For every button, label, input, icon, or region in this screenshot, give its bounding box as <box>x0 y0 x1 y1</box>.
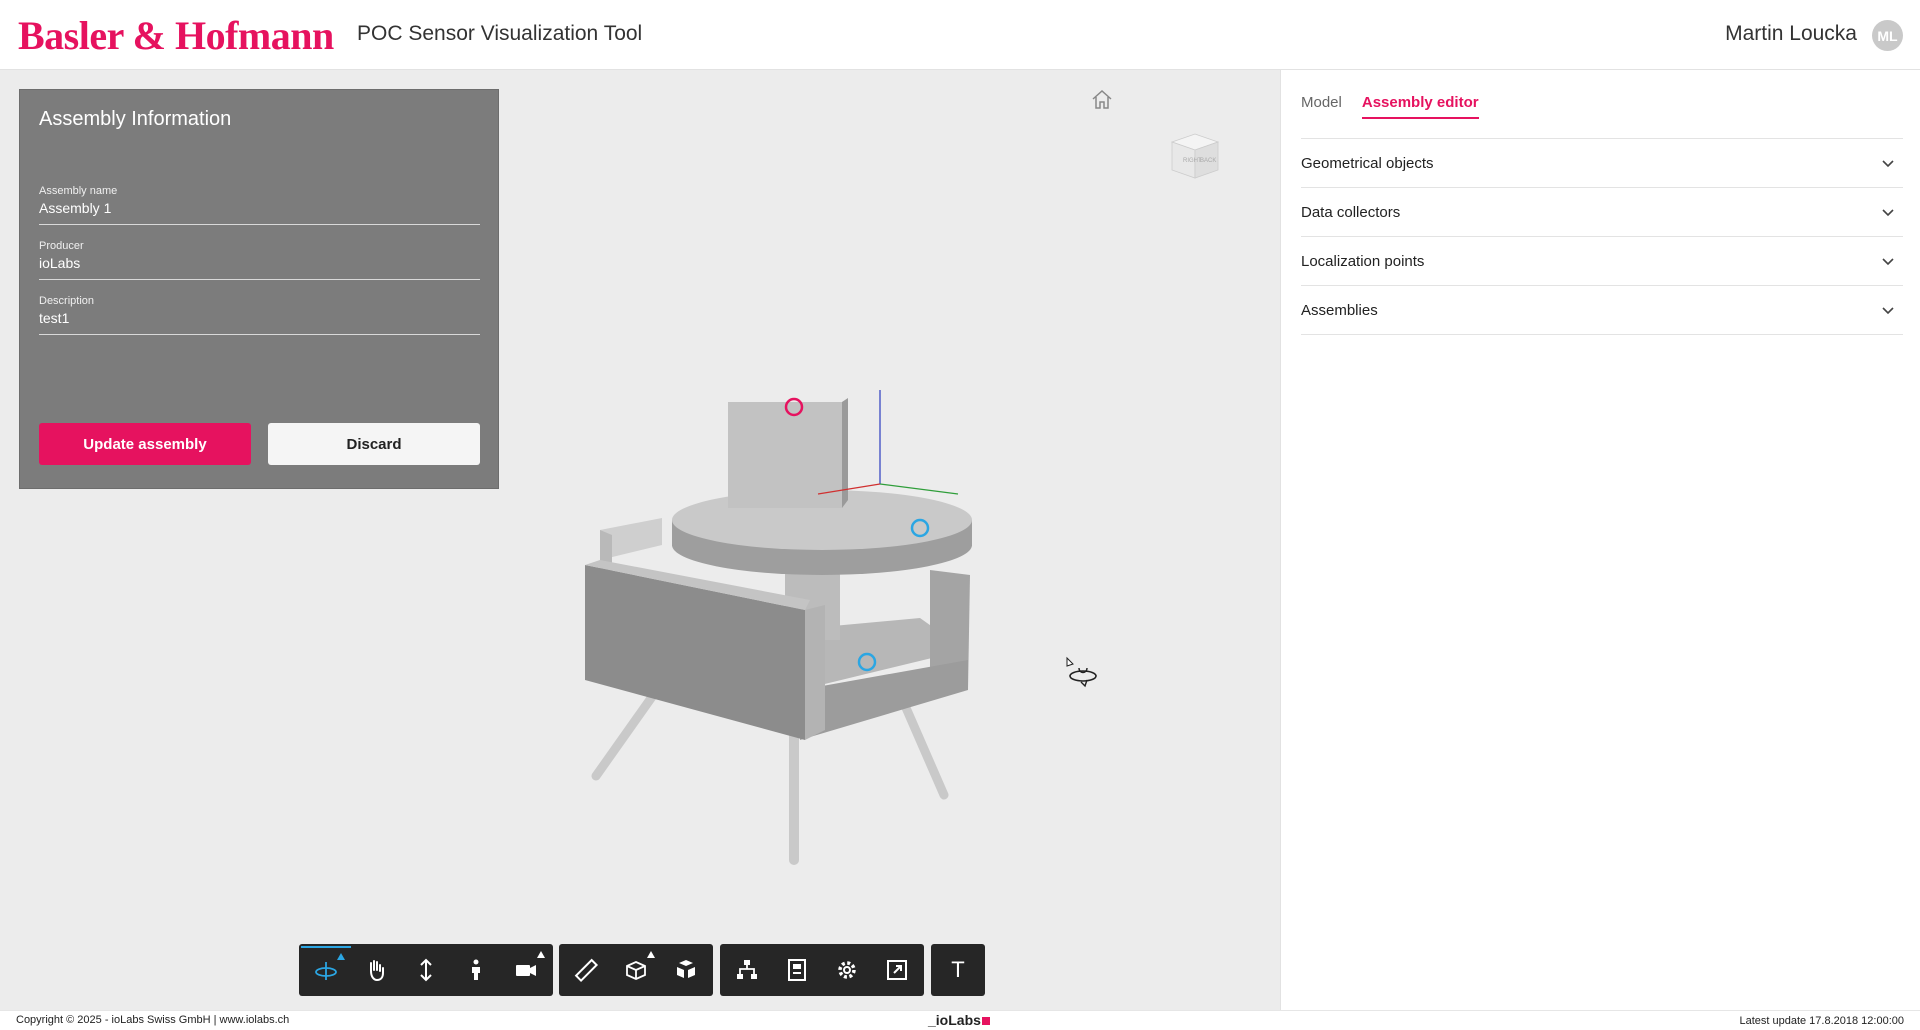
first-person-button[interactable] <box>451 946 501 994</box>
accordion-data-collectors[interactable]: Data collectors <box>1301 188 1903 237</box>
model-browser-icon <box>737 960 757 979</box>
3d-model[interactable] <box>560 370 1000 870</box>
assembly-info-title: Assembly Information <box>39 108 232 130</box>
accordion-localization-points[interactable]: Localization points <box>1301 237 1903 286</box>
orbit-icon <box>315 962 337 980</box>
explode-icon <box>677 960 695 978</box>
tab-assembly-editor[interactable]: Assembly editor <box>1361 94 1479 119</box>
chevron-down-icon[interactable] <box>1881 207 1895 217</box>
copyright-text: Copyright © 2025 - ioLabs Swiss GmbH | w… <box>16 1014 290 1026</box>
field-value[interactable]: test1 <box>39 310 69 326</box>
properties-button[interactable] <box>772 946 822 994</box>
orbit-cursor-icon <box>1066 656 1097 688</box>
right-panel: Model Assembly editor Geometrical object… <box>1280 70 1920 1010</box>
zoom-icon <box>420 958 432 982</box>
last-update-text: Latest update 17.8.2018 12:00:00 <box>1739 1015 1904 1027</box>
accordion-list: Geometrical objects Data collectors Loca… <box>1301 138 1903 335</box>
camera-icon <box>516 965 536 976</box>
field-label: Description <box>39 295 95 307</box>
swiss-flag-icon <box>981 1017 990 1025</box>
accordion-label: Data collectors <box>1301 203 1401 221</box>
section-icon <box>626 961 646 980</box>
discard-button[interactable]: Discard <box>268 423 480 465</box>
accordion-assemblies[interactable]: Assemblies <box>1301 286 1903 335</box>
tools-toolbar <box>559 944 713 996</box>
text-tool-button[interactable]: T <box>933 946 983 994</box>
text-icon: T <box>951 957 965 982</box>
view-cube[interactable]: RIGHT BACK <box>1170 132 1220 182</box>
app-header: Basler & Hofmann POC Sensor Visualizatio… <box>0 0 1920 70</box>
assembly-name-field[interactable]: Assembly name Assembly 1 <box>39 185 480 225</box>
home-icon[interactable] <box>1090 88 1114 110</box>
pan-icon <box>370 960 384 982</box>
chevron-down-icon[interactable] <box>1881 256 1895 266</box>
navigation-toolbar <box>299 944 553 996</box>
accordion-label: Localization points <box>1301 252 1425 270</box>
update-assembly-button[interactable]: Update assembly <box>39 423 251 465</box>
section-button[interactable] <box>611 946 661 994</box>
settings-icon <box>838 961 856 979</box>
measure-button[interactable] <box>561 946 611 994</box>
accordion-label: Geometrical objects <box>1301 154 1434 172</box>
accordion-geometrical-objects[interactable]: Geometrical objects <box>1301 139 1903 188</box>
field-label: Assembly name <box>39 185 118 197</box>
footer: Copyright © 2025 - ioLabs Swiss GmbH | w… <box>0 1010 1920 1030</box>
text-toolbar: T <box>931 944 985 996</box>
tab-model[interactable]: Model <box>1301 94 1342 119</box>
pan-button[interactable] <box>351 946 401 994</box>
explode-button[interactable] <box>661 946 711 994</box>
view-cube-back-label: BACK <box>1200 158 1216 164</box>
assembly-info-panel: Assembly Information Assembly name Assem… <box>19 89 499 489</box>
brand-logo[interactable]: Basler & Hofmann <box>18 12 334 59</box>
chevron-down-icon[interactable] <box>1881 158 1895 168</box>
measure-icon <box>574 958 599 983</box>
description-field[interactable]: Description test1 <box>39 295 480 335</box>
model-browser-button[interactable] <box>722 946 772 994</box>
panel-tabs: Model Assembly editor <box>1301 94 1479 119</box>
iolabs-logo: _ioLabs <box>928 1012 990 1028</box>
fullscreen-button[interactable] <box>872 946 922 994</box>
producer-field[interactable]: Producer ioLabs <box>39 240 480 280</box>
avatar[interactable]: ML <box>1872 20 1903 51</box>
field-value[interactable]: Assembly 1 <box>39 200 111 216</box>
chevron-down-icon[interactable] <box>1881 305 1895 315</box>
camera-button[interactable] <box>501 946 551 994</box>
zoom-button[interactable] <box>401 946 451 994</box>
accordion-label: Assemblies <box>1301 301 1378 319</box>
properties-icon <box>788 959 806 981</box>
settings-button[interactable] <box>822 946 872 994</box>
app-title: POC Sensor Visualization Tool <box>357 22 643 45</box>
field-label: Producer <box>39 240 84 252</box>
first-person-icon <box>472 959 480 980</box>
orbit-button[interactable] <box>301 946 351 994</box>
user-name[interactable]: Martin Loucka <box>1725 22 1857 46</box>
fullscreen-icon <box>887 960 907 980</box>
field-value[interactable]: ioLabs <box>39 255 80 271</box>
settings-toolbar <box>720 944 924 996</box>
